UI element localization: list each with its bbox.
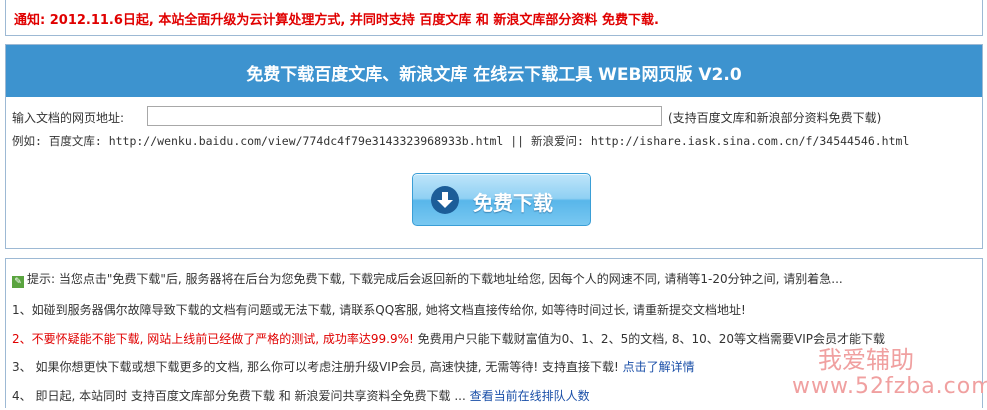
info-item-2-highlight: 不要怀疑能不能下载, 网站上线前已经做了严格的测试, 成功率达99.9%! (31, 332, 414, 346)
vip-details-link[interactable]: 点击了解详情 (623, 360, 695, 374)
info-item-2: 2、不要怀疑能不能下载, 网站上线前已经做了严格的测试, 成功率达99.9%! … (12, 330, 885, 347)
download-button-label: 免费下载 (473, 191, 553, 215)
info-item-2-rest: 免费用户只能下载财富值为0、1、2、5的文档, 8、10、20等文档需要VIP会… (413, 332, 885, 346)
info-item-2-number: 2、 (12, 332, 32, 346)
info-item-4: 4、 即日起, 本站同时 支持百度文库部分免费下载 和 新浪爱问共享资料全免费下… (12, 387, 590, 404)
watermark-url: www.52fzba.com (792, 374, 987, 399)
info-item-4-text: 4、 即日起, 本站同时 支持百度文库部分免费下载 和 新浪爱问共享资料全免费下… (12, 389, 466, 403)
title-bar: 免费下载百度文库、新浪文库 在线云下载工具 WEB网页版 V2.0 (6, 45, 982, 97)
url-hint: (支持百度文库和新浪部分资料免费下载) (668, 111, 882, 125)
download-tool-panel: 免费下载百度文库、新浪文库 在线云下载工具 WEB网页版 V2.0 输入文档的网… (5, 44, 983, 249)
page-title: 免费下载百度文库、新浪文库 在线云下载工具 WEB网页版 V2.0 (246, 65, 742, 85)
document-url-input[interactable] (147, 106, 662, 126)
url-label: 输入文档的网页地址: (12, 111, 125, 125)
example-urls: 例如: 百度文库: http://wenku.baidu.com/view/77… (12, 134, 910, 148)
download-arrow-icon (431, 186, 459, 214)
tip-text: 提示: 当您点击"免费下载"后, 服务器将在后台为您免费下载, 下载完成后会返回… (27, 272, 843, 286)
notice-text: 通知: 2012.11.6日起, 本站全面升级为云计算处理方式, 并同时支持 百… (14, 13, 659, 28)
info-item-3: 3、 如果你想更快下载或想下载更多的文档, 那么你可以考虑注册升级VIP会员, … (12, 358, 695, 375)
watermark-name: 我爱辅助 (818, 346, 914, 374)
queue-count-link[interactable]: 查看当前在线排队人数 (470, 389, 590, 403)
info-item-1: 1、如碰到服务器偶尔故障导致下载的文档有问题或无法下载, 请联系QQ客服, 她将… (12, 303, 746, 317)
notice-bar: 通知: 2012.11.6日起, 本站全面升级为云计算处理方式, 并同时支持 百… (5, 0, 983, 36)
bookmark-icon: ✎ (12, 276, 24, 288)
info-item-3-text: 3、 如果你想更快下载或想下载更多的文档, 那么你可以考虑注册升级VIP会员, … (12, 360, 619, 374)
tip-line: ✎ 提示: 当您点击"免费下载"后, 服务器将在后台为您免费下载, 下载完成后会返… (12, 270, 843, 288)
free-download-button[interactable]: 免费下载 (412, 173, 591, 226)
